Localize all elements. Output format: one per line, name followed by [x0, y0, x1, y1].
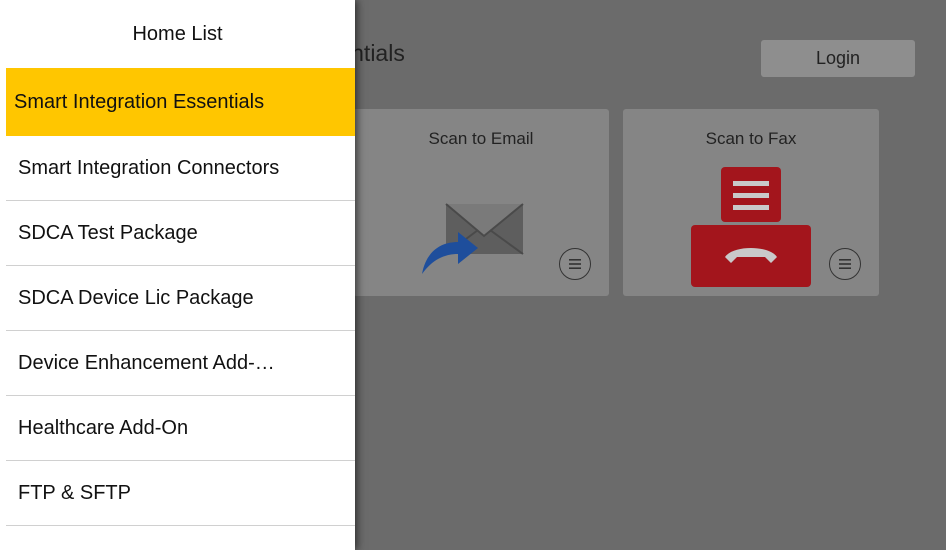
drawer-item-device-enhancement[interactable]: Device Enhancement Add-…: [6, 331, 355, 396]
tile-scan-to-fax[interactable]: Scan to Fax: [623, 109, 879, 296]
drawer-item-label: SDCA Device Lic Package: [18, 286, 254, 309]
drawer-item-smart-integration-essentials[interactable]: Smart Integration Essentials: [6, 68, 355, 136]
tile-menu-button[interactable]: [829, 248, 861, 280]
drawer-item-label: Healthcare Add-On: [18, 416, 189, 439]
drawer-item-label: SDCA Test Package: [18, 221, 198, 244]
drawer-item-smart-integration-connectors[interactable]: Smart Integration Connectors: [6, 136, 355, 201]
drawer-item-sdca-test-package[interactable]: SDCA Test Package: [6, 201, 355, 266]
drawer-title: Home List: [132, 22, 223, 45]
tile-scan-to-email[interactable]: Scan to Email: [353, 109, 609, 296]
tile-label: Scan to Email: [428, 129, 534, 148]
menu-icon: [839, 259, 851, 269]
tile-label: Scan to Fax: [705, 129, 797, 148]
drawer-item-label: FTP & SFTP: [18, 481, 131, 504]
home-list-drawer: Home List Smart Integration Essentials S…: [0, 0, 355, 550]
scan-to-email-icon: [418, 202, 528, 287]
drawer-item-healthcare-add-on[interactable]: Healthcare Add-On: [6, 396, 355, 461]
fax-icon: [691, 167, 813, 294]
drawer-item-label: Device Enhancement Add-…: [18, 351, 275, 374]
drawer-item-label: Smart Integration Connectors: [18, 156, 280, 179]
login-button[interactable]: Login: [761, 40, 915, 77]
drawer-item-ftp-sftp[interactable]: FTP & SFTP: [6, 461, 355, 526]
tile-menu-button[interactable]: [559, 248, 591, 280]
menu-icon: [569, 259, 581, 269]
drawer-item-sdca-device-lic-package[interactable]: SDCA Device Lic Package: [6, 266, 355, 331]
drawer-item-label: Smart Integration Essentials: [14, 90, 265, 113]
